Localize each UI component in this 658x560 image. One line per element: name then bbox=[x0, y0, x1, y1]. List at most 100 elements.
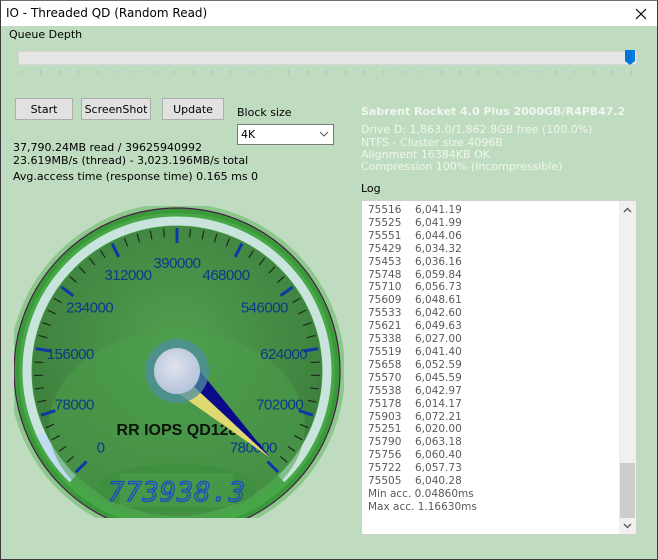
log-value: 6,041.19 bbox=[415, 204, 462, 216]
log-count: 75621 bbox=[368, 320, 402, 333]
close-button[interactable] bbox=[625, 1, 657, 26]
gauge-scale-label: 546000 bbox=[241, 300, 288, 317]
speed-stat: 23.619MB/s (thread) - 3,023.196MB/s tota… bbox=[13, 154, 249, 167]
log-row: 75551 6,044.06 bbox=[368, 230, 477, 243]
gauge-scale-label: 468000 bbox=[202, 267, 249, 284]
window-title: IO - Threaded QD (Random Read) bbox=[6, 6, 208, 20]
gauge-scale-label: 156000 bbox=[47, 346, 94, 363]
gauge-minor-tick bbox=[162, 228, 165, 238]
log-value: 6,060.40 bbox=[415, 449, 462, 462]
log-value: 6,027.00 bbox=[415, 333, 462, 346]
gauge-scale-label: 0 bbox=[97, 439, 105, 456]
gauge-minor-tick bbox=[34, 361, 44, 364]
log-row: 75756 6,060.40 bbox=[368, 449, 477, 462]
gauge-scale-label: 234000 bbox=[66, 300, 113, 317]
queue-depth-slider-thumb[interactable] bbox=[625, 50, 635, 65]
chevron-up-icon bbox=[623, 206, 632, 213]
log-lines: 75516 6,041.19 75525 6,041.99 75551 6,044.06 7… bbox=[368, 204, 477, 514]
gauge-scale-label: 624000 bbox=[260, 346, 307, 363]
app-window: IO - Threaded QD (Random Read) Queue Dep… bbox=[0, 0, 658, 560]
log-count: 75710 bbox=[368, 281, 402, 294]
drive-compression: Compression 100% (Incompressible) bbox=[361, 160, 563, 173]
log-count: 75756 bbox=[368, 449, 402, 462]
read-stat: 37,790.24MB read / 39625940992 bbox=[13, 141, 202, 154]
log-box[interactable]: 75516 6,041.19 75525 6,041.99 75551 6,044.06 7… bbox=[361, 200, 637, 535]
gauge-scale-label: 312000 bbox=[104, 267, 151, 284]
log-label: Log bbox=[361, 182, 381, 195]
log-row: 75178 6,014.17 bbox=[368, 398, 477, 411]
iops-gauge: 0 78000 156000 234000 312000 390000 468000 5460… bbox=[14, 206, 344, 518]
gauge-minor-tick bbox=[310, 361, 320, 364]
gauge-hub bbox=[154, 348, 200, 394]
log-value: 6,063.18 bbox=[415, 436, 462, 449]
log-row: 75533 6,042.60 bbox=[368, 307, 477, 320]
block-size-label: Block size bbox=[237, 106, 292, 119]
log-value: 6,036.16 bbox=[415, 255, 462, 268]
log-row: 75338 6,027.00 bbox=[368, 333, 477, 346]
slider-ticks bbox=[21, 70, 632, 74]
log-value: 6,020.00 bbox=[415, 423, 462, 436]
log-count: 75748 bbox=[368, 268, 402, 281]
block-size-value: 4K bbox=[241, 128, 256, 141]
log-value: 6,072.21 bbox=[415, 410, 462, 423]
log-value: 6,040.28 bbox=[415, 475, 462, 488]
log-row: 75621 6,049.63 bbox=[368, 320, 477, 333]
log-value: 6,059.84 bbox=[415, 268, 462, 281]
scroll-thumb[interactable] bbox=[620, 463, 635, 518]
log-value: 6,044.06 bbox=[415, 229, 462, 242]
log-row: 75722 6,057.73 bbox=[368, 462, 477, 475]
scroll-up-button[interactable] bbox=[619, 201, 636, 218]
log-row: 75570 6,045.59 bbox=[368, 372, 477, 385]
scroll-down-button[interactable] bbox=[619, 517, 636, 534]
gauge-caption: RR IOPS QD128 bbox=[117, 422, 238, 439]
gauge-scale-label: 78000 bbox=[55, 396, 94, 413]
title-bar: IO - Threaded QD (Random Read) bbox=[1, 1, 657, 26]
log-row: 75748 6,059.84 bbox=[368, 269, 477, 282]
log-value: 6,042.60 bbox=[415, 307, 462, 320]
log-count: 75338 bbox=[368, 333, 402, 346]
log-count: 75570 bbox=[368, 371, 402, 384]
log-min-access: Min acc. 0.04860ms bbox=[368, 487, 474, 500]
log-row: 75538 6,042.97 bbox=[368, 385, 477, 398]
log-count: 75505 bbox=[368, 475, 402, 488]
chevron-down-icon bbox=[623, 522, 632, 529]
log-row: 75516 6,041.19 bbox=[368, 204, 477, 217]
start-button[interactable]: Start bbox=[15, 98, 73, 120]
gauge-digital-readout: 773938.3 bbox=[108, 477, 246, 508]
gauge-scale-label: 390000 bbox=[153, 255, 200, 272]
update-button[interactable]: Update bbox=[162, 98, 224, 120]
log-value: 6,041.99 bbox=[415, 216, 462, 229]
log-count: 75551 bbox=[368, 229, 402, 242]
gauge-svg: 0 78000 156000 234000 312000390000468000 5460… bbox=[14, 206, 344, 518]
log-row: 75658 6,052.59 bbox=[368, 359, 477, 372]
drive-title: Sabrent Rocket 4.0 Plus 2000GB/R4PB47.2 bbox=[361, 105, 626, 118]
queue-depth-slider[interactable] bbox=[18, 51, 637, 65]
log-count: 75251 bbox=[368, 423, 402, 436]
log-scrollbar[interactable] bbox=[619, 201, 636, 534]
log-count: 75533 bbox=[368, 307, 402, 320]
log-count: 75178 bbox=[368, 397, 402, 410]
log-count: 75658 bbox=[368, 358, 402, 371]
chevron-down-icon bbox=[319, 131, 329, 137]
queue-depth-label: Queue Depth bbox=[9, 28, 83, 41]
log-row: 75429 6,034.32 bbox=[368, 243, 477, 256]
screenshot-button[interactable]: ScreenShot bbox=[81, 98, 151, 120]
close-icon bbox=[635, 8, 647, 19]
log-value: 6,056.73 bbox=[415, 281, 462, 294]
log-count: 75538 bbox=[368, 384, 402, 397]
log-value: 6,042.97 bbox=[415, 384, 462, 397]
log-value: 6,041.40 bbox=[415, 345, 462, 358]
log-count: 75516 bbox=[368, 204, 402, 216]
log-value: 6,048.61 bbox=[415, 294, 462, 307]
log-value: 6,049.63 bbox=[415, 320, 462, 333]
log-max-access: Max acc. 1.16630ms bbox=[368, 500, 477, 513]
log-row: 75519 6,041.40 bbox=[368, 346, 477, 359]
log-row: 75251 6,020.00 bbox=[368, 423, 477, 436]
log-row: 75710 6,056.73 bbox=[368, 281, 477, 294]
log-row: 75525 6,041.99 bbox=[368, 217, 477, 230]
log-count: 75525 bbox=[368, 216, 402, 229]
block-size-select[interactable]: 4K bbox=[237, 124, 334, 145]
log-count: 75722 bbox=[368, 462, 402, 475]
log-row: 75903 6,072.21 bbox=[368, 411, 477, 424]
log-count: 75790 bbox=[368, 436, 402, 449]
